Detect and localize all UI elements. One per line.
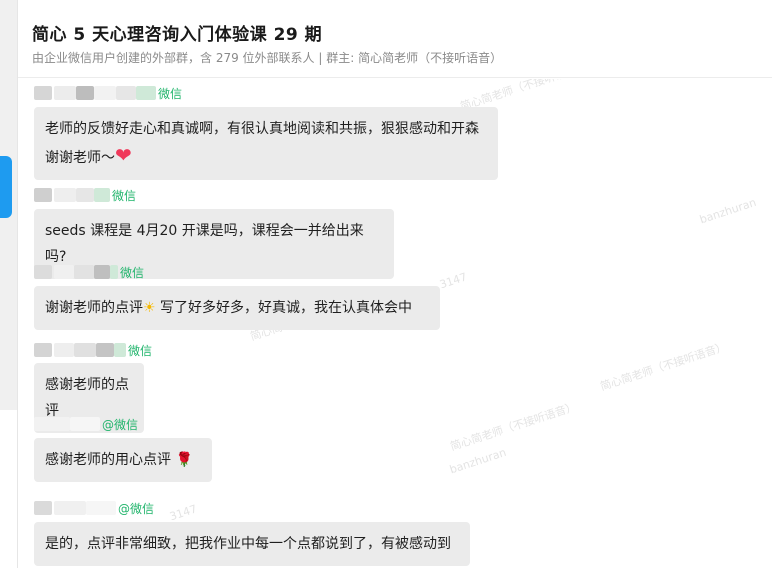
rose-icon: 🌹 bbox=[175, 452, 193, 468]
wechat-label: @微信 bbox=[102, 417, 139, 432]
watermark: 简心简老师（不接听语音） bbox=[448, 400, 579, 454]
message-sender[interactable]: 微信 bbox=[34, 342, 152, 358]
wechat-label: @微信 bbox=[118, 501, 155, 516]
message-bubble[interactable]: 老师的反馈好走心和真诚啊，有很认真地阅读和共振，狠狠感动和开森 谢谢老师～❤ bbox=[34, 107, 498, 180]
heart-icon: ❤ bbox=[115, 143, 132, 167]
wechat-label: 微信 bbox=[158, 86, 183, 101]
sender-name-redacted bbox=[74, 343, 96, 357]
watermark: 3147 bbox=[168, 502, 199, 524]
sender-name-redacted bbox=[54, 188, 76, 202]
avatar bbox=[34, 501, 52, 515]
sender-name-redacted bbox=[70, 417, 100, 431]
sender-name-redacted bbox=[76, 86, 94, 100]
sender-name-redacted bbox=[54, 265, 74, 279]
sender-name-redacted bbox=[74, 265, 94, 279]
wechat-label: 微信 bbox=[128, 343, 153, 358]
group-subtitle: 由企业微信用户创建的外部群，含 279 位外部联系人 | 群主: 简心简老师（不… bbox=[32, 51, 503, 65]
sender-name-redacted bbox=[94, 188, 110, 202]
sender-name-redacted bbox=[96, 343, 114, 357]
watermark: 简心简老师（不接听语音） bbox=[598, 340, 729, 394]
left-panel-strip bbox=[0, 0, 18, 568]
sender-name-redacted bbox=[86, 501, 116, 515]
sender-name-redacted bbox=[110, 265, 118, 279]
group-title[interactable]: 简心 5 天心理咨询入门体验课 29 期 bbox=[32, 20, 322, 45]
message-bubble[interactable]: 谢谢老师的点评☀ 写了好多好多，好真诚，我在认真体会中 bbox=[34, 286, 440, 330]
wechat-label: 微信 bbox=[120, 265, 145, 280]
sender-name-redacted bbox=[114, 343, 126, 357]
sender-name-redacted bbox=[116, 86, 136, 100]
message-list[interactable]: 简心简老师（不接听语音） banzhuran 简心简老师（不接听语音） 3147… bbox=[18, 79, 772, 568]
avatar bbox=[34, 343, 52, 357]
watermark: banzhuran bbox=[698, 195, 758, 227]
message-bubble[interactable]: 是的，点评非常细致，把我作业中每一个点都说到了，有被感动到 bbox=[34, 522, 470, 566]
message-sender[interactable]: 微信 bbox=[34, 85, 182, 101]
message-bubble[interactable]: 感谢老师的用心点评 🌹 bbox=[34, 438, 212, 482]
message-text: 谢谢老师的点评 bbox=[45, 300, 143, 316]
avatar bbox=[34, 188, 52, 202]
sender-name-redacted bbox=[54, 343, 74, 357]
sun-icon: ☀ bbox=[143, 300, 156, 316]
message-sender[interactable]: 微信 bbox=[34, 187, 136, 203]
avatar bbox=[34, 265, 52, 279]
sender-name-redacted bbox=[136, 86, 156, 100]
message-sender[interactable]: @微信 bbox=[34, 500, 154, 516]
left-panel-lower bbox=[0, 410, 18, 568]
sender-name-redacted bbox=[34, 417, 70, 431]
watermark: 3147 bbox=[438, 270, 469, 292]
message-text: seeds 课程是 4月20 开课是吗，课程会一并给出来吗? bbox=[45, 223, 364, 265]
message-text: 感谢老师的点评 bbox=[45, 377, 129, 419]
sender-name-redacted bbox=[54, 86, 76, 100]
sender-name-redacted bbox=[54, 501, 86, 515]
sender-name-redacted bbox=[94, 265, 110, 279]
message-text: 感谢老师的用心点评 bbox=[45, 452, 171, 468]
message-text: 写了好多好多，好真诚，我在认真体会中 bbox=[155, 300, 413, 316]
sender-name-redacted bbox=[94, 86, 116, 100]
active-chat-indicator[interactable] bbox=[0, 156, 12, 218]
avatar bbox=[34, 86, 52, 100]
sender-name-redacted bbox=[76, 188, 94, 202]
message-sender[interactable]: @微信 bbox=[34, 416, 138, 432]
message-text: 是的，点评非常细致，把我作业中每一个点都说到了，有被感动到 bbox=[45, 536, 451, 552]
chat-header: 简心 5 天心理咨询入门体验课 29 期 由企业微信用户创建的外部群，含 279… bbox=[18, 0, 772, 78]
message-sender[interactable]: 微信 bbox=[34, 264, 144, 280]
message-text: 老师的反馈好走心和真诚啊，有很认真地阅读和共振，狠狠感动和开森 谢谢老师～ bbox=[45, 121, 479, 166]
wechat-label: 微信 bbox=[112, 188, 137, 203]
